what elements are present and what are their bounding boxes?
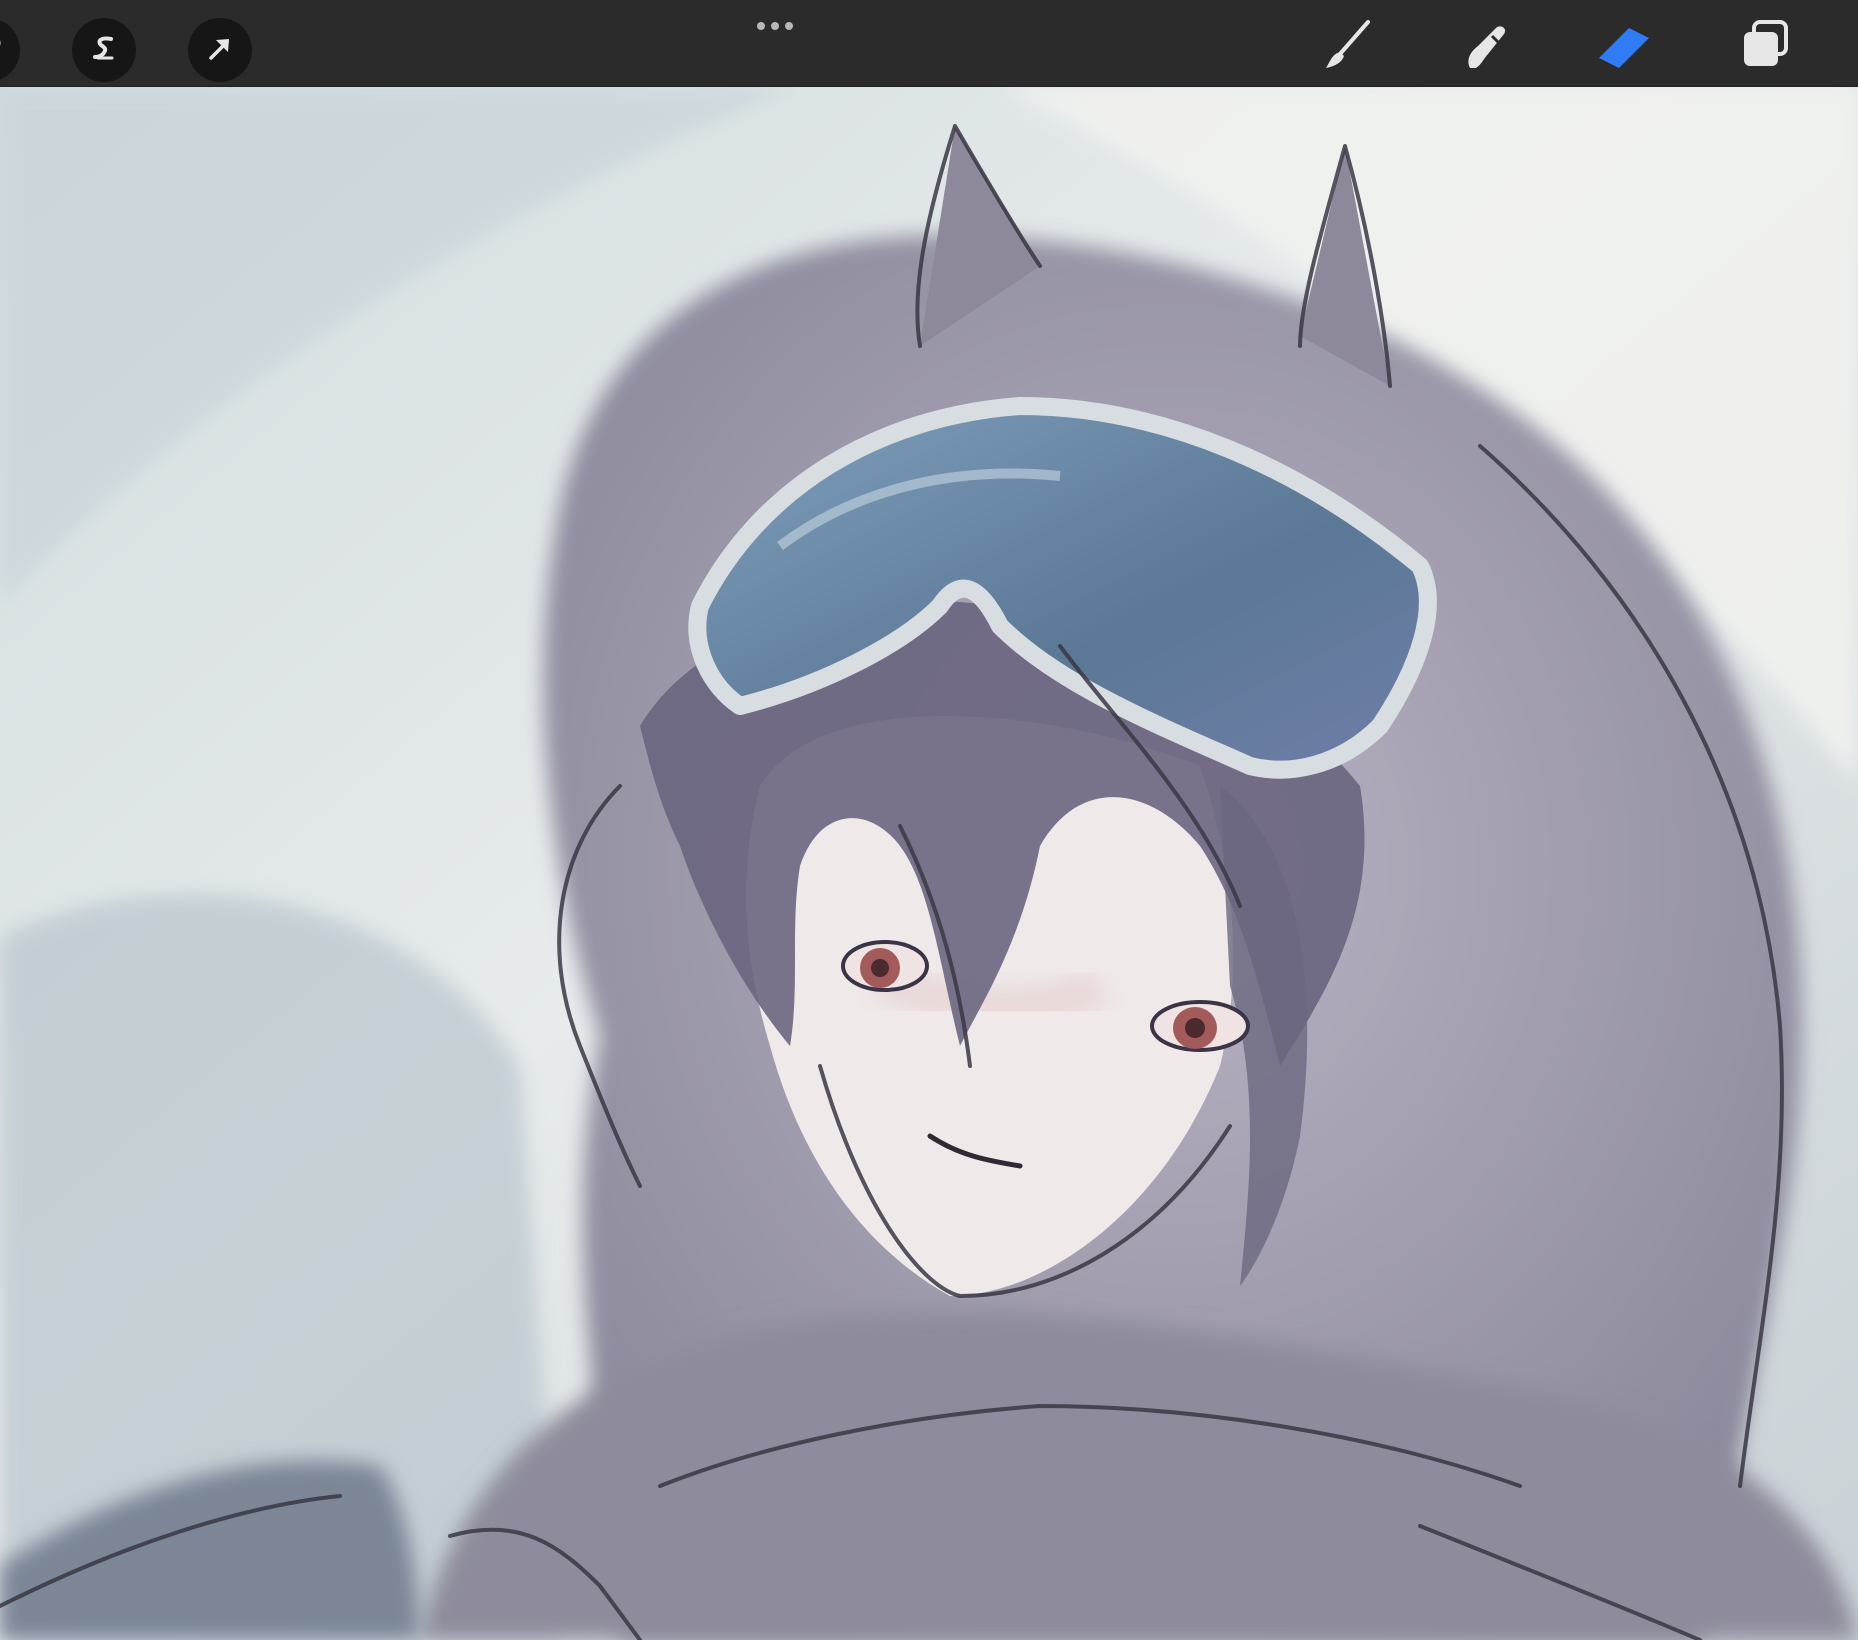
- ellipsis-icon: [785, 22, 793, 30]
- adjustments-button[interactable]: [72, 18, 136, 82]
- ellipsis-icon: [771, 22, 779, 30]
- smudge-icon: [1456, 14, 1516, 79]
- artwork-canvas[interactable]: [0, 86, 1858, 1640]
- selection-arrow-icon: [203, 31, 237, 70]
- more-options-button[interactable]: [742, 8, 808, 44]
- brush-tool-button[interactable]: [1316, 14, 1380, 78]
- brush-icon: [1318, 14, 1378, 79]
- eraser-icon: [1595, 14, 1657, 79]
- actions-button[interactable]: [0, 18, 20, 82]
- adjustments-s-icon: [87, 31, 121, 70]
- ellipsis-icon: [757, 22, 765, 30]
- eraser-tool-button[interactable]: [1594, 14, 1658, 78]
- top-toolbar: [0, 0, 1858, 87]
- wrench-icon: [0, 33, 3, 68]
- layers-button[interactable]: [1734, 14, 1798, 78]
- layers-icon: [1736, 14, 1796, 79]
- smudge-tool-button[interactable]: [1454, 14, 1518, 78]
- selection-button[interactable]: [188, 18, 252, 82]
